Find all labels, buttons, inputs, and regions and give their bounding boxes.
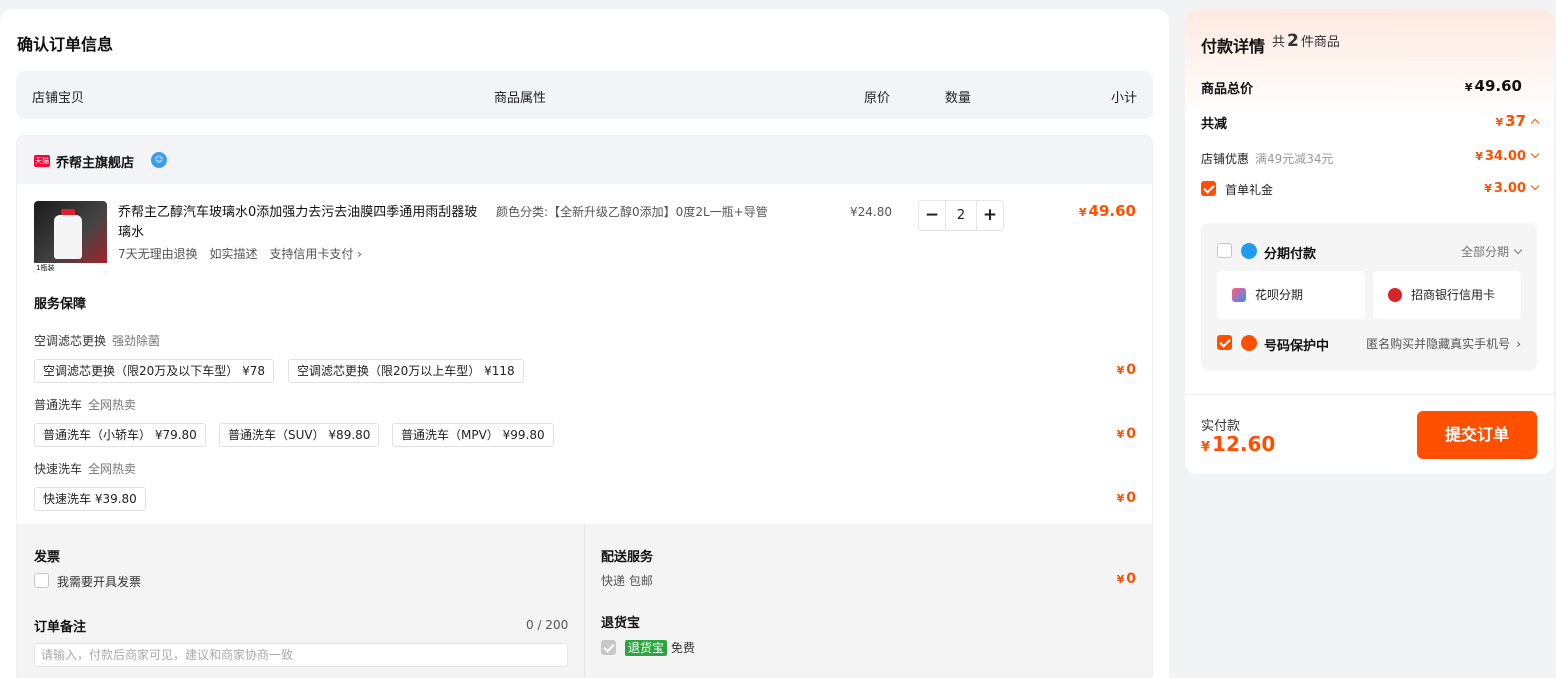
header-subtotal: 小计 xyxy=(1110,91,1137,106)
payment-panel: 付款详情 共 2 件商品 商品总价 ¥49.60 共减 ¥37 店铺优惠 满49元减3… xyxy=(1185,9,1554,474)
tag-credit[interactable]: 支持信用卡支付 › xyxy=(269,247,362,261)
tmall-icon: 天猫 xyxy=(34,155,50,167)
quantity-stepper[interactable]: − 2 + xyxy=(918,200,1004,231)
chevron-down-icon xyxy=(1530,181,1540,191)
huabei-icon xyxy=(1232,288,1246,302)
decrease-button[interactable]: − xyxy=(919,201,945,230)
header-qty: 数量 xyxy=(945,91,972,106)
discount-toggle[interactable]: ¥37 xyxy=(1495,112,1540,130)
service-group-quickwash: 快速洗车 全网热卖 xyxy=(34,462,137,476)
invoice-title: 发票 xyxy=(34,550,61,565)
chat-icon[interactable]: ☺ xyxy=(151,152,167,168)
cmb-icon xyxy=(1388,288,1402,302)
chevron-up-icon xyxy=(1530,118,1540,128)
increase-button[interactable]: + xyxy=(977,201,1003,230)
header-item: 店铺宝贝 xyxy=(32,91,85,106)
service-total: ¥0 xyxy=(1116,426,1136,442)
product-attr: 颜色分类:【全新升级乙醇0添加】0度2L一瓶+导管 xyxy=(496,205,768,219)
total-value: ¥49.60 xyxy=(1464,77,1522,95)
service-option[interactable]: 普通洗车（小轿车） ¥79.80 xyxy=(34,423,206,447)
first-order-checkbox[interactable] xyxy=(1201,181,1216,196)
product-subtotal: ¥49.60 xyxy=(1078,202,1136,220)
return-badge: 退货宝 xyxy=(625,640,668,656)
product-thumbnail[interactable]: 1瓶装 xyxy=(34,201,107,274)
return-checkbox xyxy=(601,640,616,655)
tag-return: 7天无理由退换 xyxy=(118,247,198,261)
service-option[interactable]: 快速洗车 ¥39.80 xyxy=(34,487,146,511)
service-total: ¥0 xyxy=(1116,490,1136,506)
installment-label: 分期付款 xyxy=(1264,247,1317,262)
product-tags: 7天无理由退换 如实描述 支持信用卡支付 › xyxy=(118,245,370,262)
return-title: 退货宝 xyxy=(601,616,641,631)
shop-block: 天猫 乔帮主旗舰店 ☺ 1瓶装 乔帮主乙醇汽车玻璃水0添加强力去污去油膜四季通用… xyxy=(16,135,1153,678)
actual-value: ¥12.60 xyxy=(1201,432,1276,456)
chevron-down-icon xyxy=(1513,245,1523,255)
first-order-value[interactable]: ¥3.00 xyxy=(1484,181,1540,196)
number-protect-label: 号码保护中 xyxy=(1264,339,1330,354)
header-price: 原价 xyxy=(864,91,891,106)
chevron-right-icon: › xyxy=(1516,337,1521,351)
payment-options: 分期付款 全部分期 花呗分期 招商银行信用卡 号码保护中 匿名购买并隐藏真实手机… xyxy=(1201,223,1537,371)
services-title: 服务保障 xyxy=(34,297,87,312)
page-title: 确认订单信息 xyxy=(17,35,114,54)
submit-order-button[interactable]: 提交订单 xyxy=(1417,411,1537,459)
tag-described: 如实描述 xyxy=(209,247,258,261)
service-option[interactable]: 普通洗车（SUV） ¥89.80 xyxy=(219,423,380,447)
invoice-checkbox[interactable] xyxy=(34,573,49,588)
item-count: 共 2 件商品 xyxy=(1272,31,1340,51)
service-total: ¥0 xyxy=(1116,362,1136,378)
quantity-input[interactable]: 2 xyxy=(945,201,977,230)
invoice-label[interactable]: 我需要开具发票 xyxy=(57,573,141,590)
product-price: ¥24.80 xyxy=(850,205,892,219)
delivery-title: 配送服务 xyxy=(601,550,654,565)
remark-title: 订单备注 xyxy=(34,620,87,635)
product-title[interactable]: 乔帮主乙醇汽车玻璃水0添加强力去污去油膜四季通用雨刮器玻璃水 xyxy=(118,203,478,243)
cmb-option[interactable]: 招商银行信用卡 xyxy=(1373,271,1521,319)
number-protect-checkbox[interactable] xyxy=(1217,335,1232,350)
divider xyxy=(584,524,585,678)
discount-label: 共减 xyxy=(1201,117,1228,132)
delivery-cost: ¥0 xyxy=(1116,571,1136,587)
service-option[interactable]: 空调滤芯更换（限20万以上车型） ¥118 xyxy=(288,359,524,383)
payment-title: 付款详情 xyxy=(1201,37,1266,56)
service-option[interactable]: 普通洗车（MPV） ¥99.80 xyxy=(392,423,554,447)
first-order-label: 首单礼金 xyxy=(1225,183,1274,197)
table-header: 店铺宝贝 商品属性 原价 数量 小计 xyxy=(16,71,1153,119)
installment-all[interactable]: 全部分期 xyxy=(1461,243,1523,260)
shop-discount: 店铺优惠 满49元减34元 xyxy=(1201,152,1334,166)
number-protect-note[interactable]: 匿名购买并隐藏真实手机号 › xyxy=(1366,335,1521,352)
delivery-text: 快递 包邮 xyxy=(601,574,653,588)
shop-discount-value[interactable]: ¥34.00 xyxy=(1475,149,1540,164)
huabei-option[interactable]: 花呗分期 xyxy=(1217,271,1365,319)
total-label: 商品总价 xyxy=(1201,82,1254,97)
shop-name[interactable]: 乔帮主旗舰店 xyxy=(56,152,134,171)
service-option[interactable]: 空调滤芯更换（限20万及以下车型） ¥78 xyxy=(34,359,274,383)
order-panel: 确认订单信息 店铺宝贝 商品属性 原价 数量 小计 天猫 乔帮主旗舰店 ☺ 1瓶… xyxy=(0,9,1169,678)
shield-icon xyxy=(1241,335,1257,351)
service-group-ac: 空调滤芯更换 强劲除菌 xyxy=(34,334,161,348)
remark-counter: 0 / 200 xyxy=(526,618,569,632)
header-attr: 商品属性 xyxy=(494,91,547,106)
shop-header: 天猫 乔帮主旗舰店 ☺ xyxy=(17,136,1152,184)
remark-input[interactable]: 请输入，付款后商家可见，建议和商家协商一致 xyxy=(34,643,568,667)
installment-checkbox[interactable] xyxy=(1217,243,1232,258)
installment-icon xyxy=(1241,243,1257,259)
service-group-wash: 普通洗车 全网热卖 xyxy=(34,398,137,412)
return-info: 退货宝 免费 xyxy=(625,639,695,656)
chevron-down-icon xyxy=(1530,149,1540,159)
